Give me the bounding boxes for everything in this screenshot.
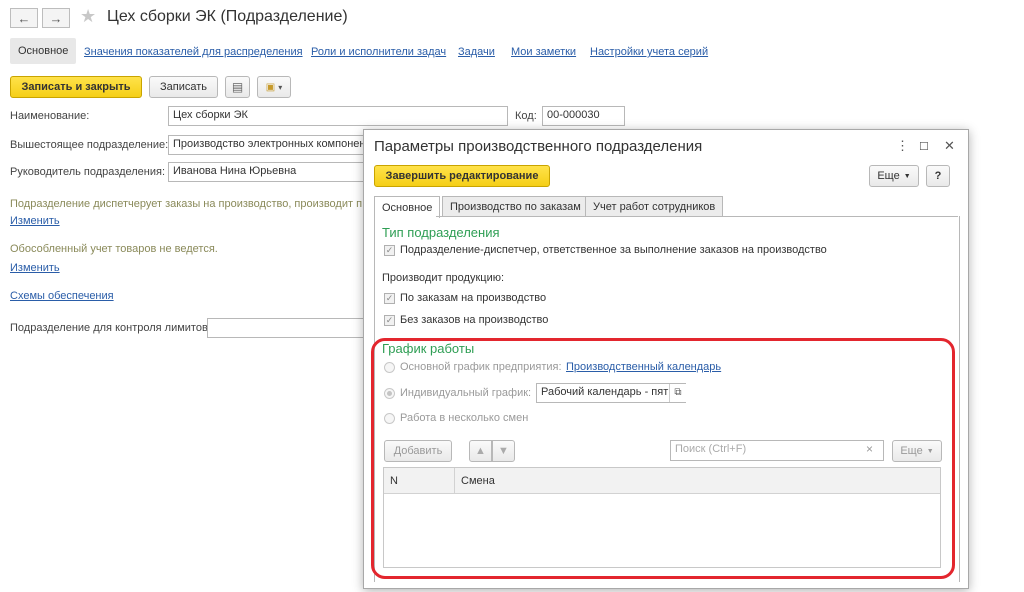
chevron-down-icon: ▾ (278, 82, 283, 92)
finish-editing-button[interactable]: Завершить редактирование (374, 165, 550, 187)
tab-notes[interactable]: Мои заметки (511, 46, 576, 58)
parent-label: Вышестоящее подразделение: (10, 139, 169, 151)
limit-label: Подразделение для контроля лимитов: (10, 322, 211, 334)
dispatch-note: Подразделение диспетчерует заказы на про… (10, 198, 362, 210)
chevron-down-icon: ▼ (903, 172, 911, 180)
more-menu-icon[interactable]: ⋮ (896, 138, 909, 154)
code-field[interactable]: 00-000030 (542, 106, 625, 126)
schedule-highlight-frame (371, 338, 955, 579)
back-button[interactable]: ← (10, 8, 38, 28)
arrow-left-icon: ← (17, 10, 31, 26)
save-button[interactable]: Записать (149, 76, 218, 98)
tab-tasks[interactable]: Задачи (458, 46, 495, 58)
document-button[interactable]: ▤ (225, 76, 250, 98)
tab-roles[interactable]: Роли и исполнители задач (311, 46, 446, 58)
tab-indicators[interactable]: Значения показателей для распределения (84, 46, 303, 58)
parent-field[interactable]: Производство электронных компонент (168, 135, 368, 155)
maximize-icon[interactable]: ☐ (919, 140, 929, 153)
produces-label: Производит продукцию: (382, 272, 505, 284)
supply-schemes-link[interactable]: Схемы обеспечения (10, 290, 114, 302)
document-icon: ▤ (231, 80, 244, 94)
arrow-right-icon: → (49, 10, 63, 26)
head-label: Руководитель подразделения: (10, 166, 166, 178)
by-orders-checkbox[interactable]: ✓ (384, 293, 395, 304)
dialog-title: Параметры производственного подразделени… (374, 138, 703, 155)
name-label: Наименование: (10, 110, 90, 122)
forward-button[interactable]: → (42, 8, 70, 28)
tab-main[interactable]: Основное (10, 38, 77, 64)
more-button-label: Еще (877, 170, 900, 182)
tab-series-settings[interactable]: Настройки учета серий (590, 46, 708, 58)
dialog-tab-orders[interactable]: Производство по заказам (442, 196, 589, 217)
change-accounting-link[interactable]: Изменить (10, 262, 60, 274)
save-close-button[interactable]: Записать и закрыть (10, 76, 142, 98)
type-heading: Тип подразделения (382, 225, 500, 240)
close-icon[interactable]: ✕ (944, 138, 955, 154)
print-menu-button[interactable]: ▣ ▾ (257, 76, 291, 98)
dialog-tab-work[interactable]: Учет работ сотрудников (585, 196, 724, 217)
by-orders-label: По заказам на производство (400, 292, 547, 304)
separate-accounting-note: Обособленный учет товаров не ведется. (10, 243, 218, 255)
dialog-tab-main[interactable]: Основное (374, 196, 441, 218)
change-dispatch-link[interactable]: Изменить (10, 215, 60, 227)
code-label: Код: (515, 110, 537, 122)
page-title: Цех сборки ЭК (Подразделение) (107, 8, 348, 25)
name-field[interactable]: Цех сборки ЭК (168, 106, 508, 126)
head-field[interactable]: Иванова Нина Юрьевна (168, 162, 368, 182)
more-button[interactable]: Еще ▼ (869, 165, 919, 187)
help-button[interactable]: ? (926, 165, 950, 187)
dispatcher-checkbox[interactable]: ✓ (384, 245, 395, 256)
without-orders-label: Без заказов на производство (400, 314, 549, 326)
favorite-star-icon[interactable]: ★ (80, 6, 96, 27)
print-icon: ▣ (265, 81, 276, 93)
without-orders-checkbox[interactable]: ✓ (384, 315, 395, 326)
dispatcher-checkbox-label: Подразделение-диспетчер, ответственное з… (400, 244, 827, 256)
limit-field[interactable] (207, 318, 367, 338)
